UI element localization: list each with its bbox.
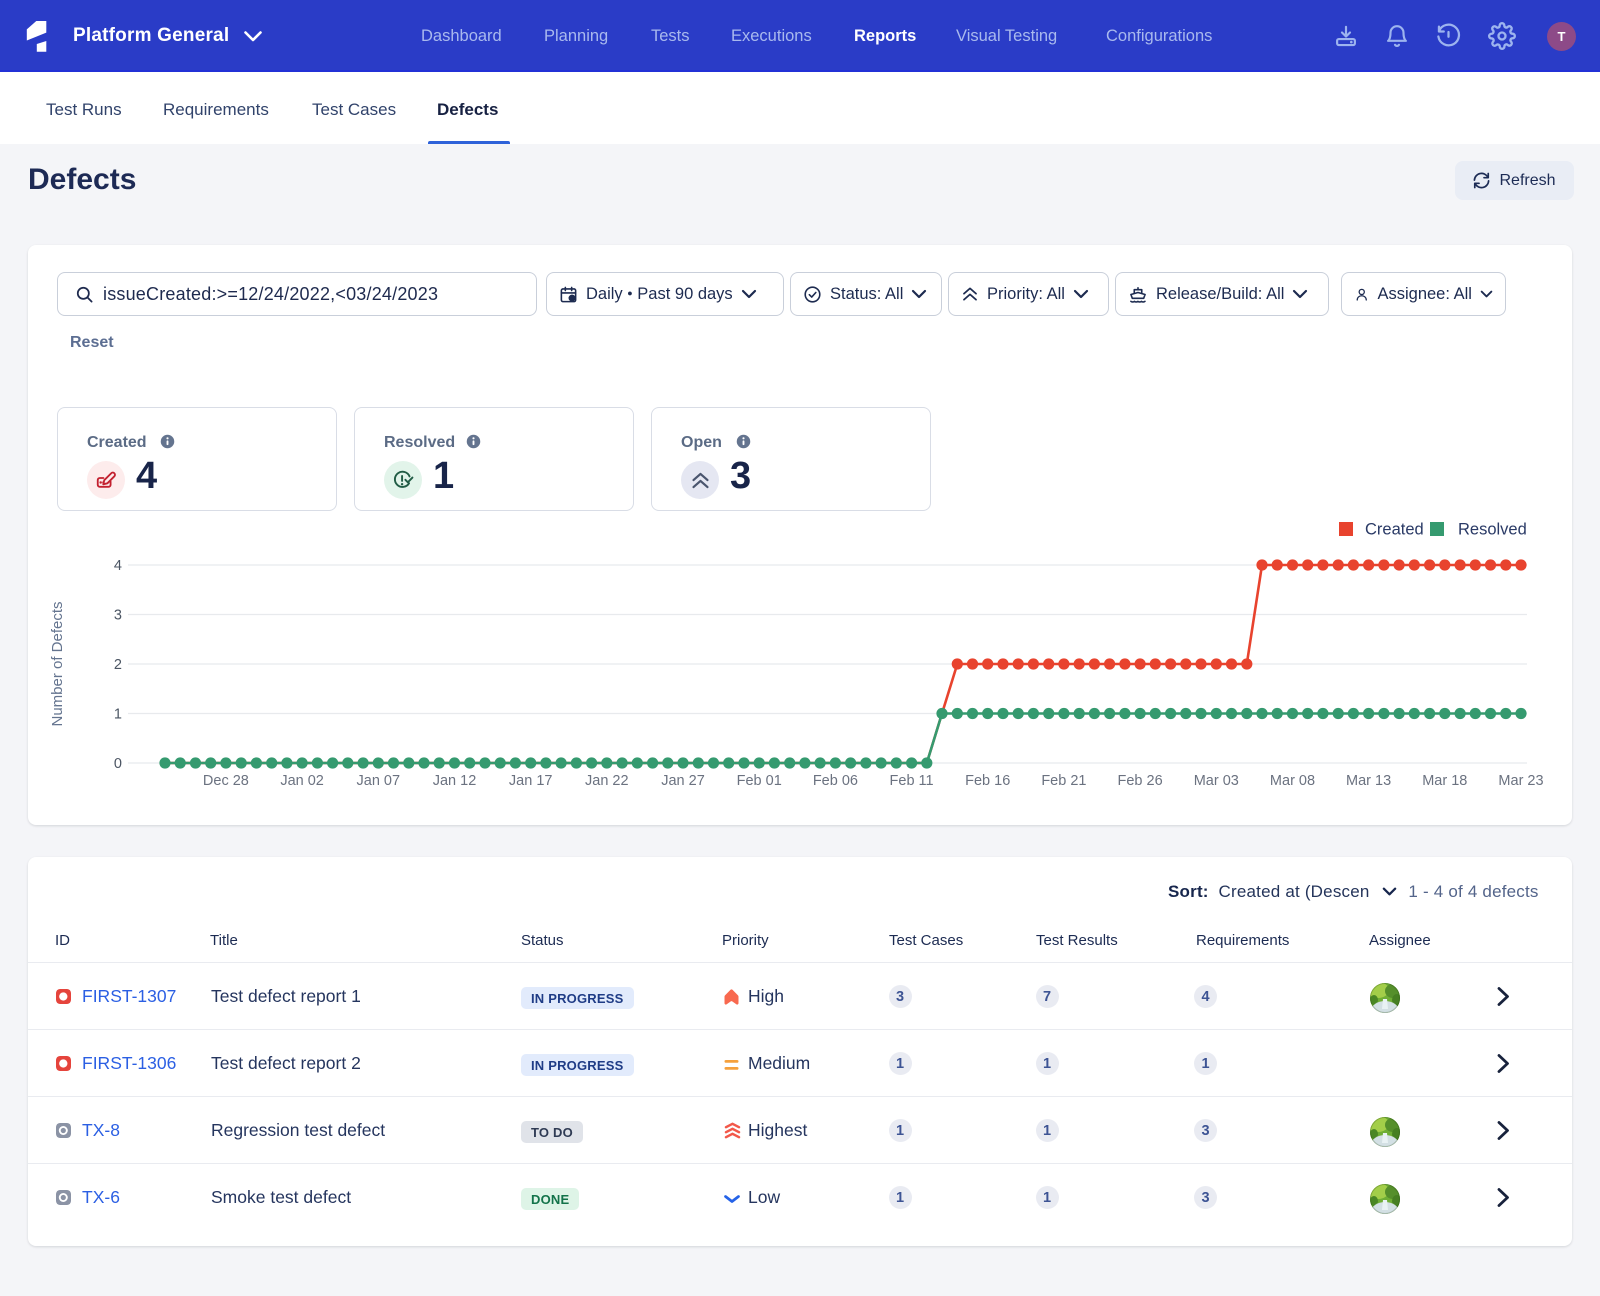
svg-text:Created: Created: [1365, 521, 1424, 539]
svg-text:3: 3: [114, 608, 122, 624]
svg-text:0: 0: [114, 756, 122, 772]
svg-text:4: 4: [114, 558, 122, 574]
svg-text:Feb 06: Feb 06: [813, 773, 858, 789]
svg-text:Dec 28: Dec 28: [203, 773, 249, 789]
svg-text:2: 2: [114, 657, 122, 673]
svg-text:Jan 22: Jan 22: [585, 773, 629, 789]
svg-text:Feb 26: Feb 26: [1118, 773, 1163, 789]
svg-text:Mar 23: Mar 23: [1498, 773, 1543, 789]
svg-text:Mar 08: Mar 08: [1270, 773, 1315, 789]
svg-text:Feb 21: Feb 21: [1041, 773, 1086, 789]
svg-text:Jan 27: Jan 27: [661, 773, 705, 789]
svg-text:Mar 18: Mar 18: [1422, 773, 1467, 789]
svg-text:Feb 11: Feb 11: [890, 773, 934, 789]
svg-text:Number of Defects: Number of Defects: [49, 601, 66, 726]
svg-text:Mar 03: Mar 03: [1194, 773, 1239, 789]
svg-text:Jan 07: Jan 07: [357, 773, 401, 789]
svg-text:Jan 17: Jan 17: [509, 773, 553, 789]
svg-text:Jan 12: Jan 12: [433, 773, 477, 789]
svg-text:1: 1: [114, 707, 122, 723]
svg-text:Mar 13: Mar 13: [1346, 773, 1391, 789]
svg-text:Resolved: Resolved: [1458, 521, 1527, 539]
svg-text:Feb 01: Feb 01: [737, 773, 782, 789]
svg-text:Feb 16: Feb 16: [965, 773, 1010, 789]
svg-text:Jan 02: Jan 02: [280, 773, 324, 789]
